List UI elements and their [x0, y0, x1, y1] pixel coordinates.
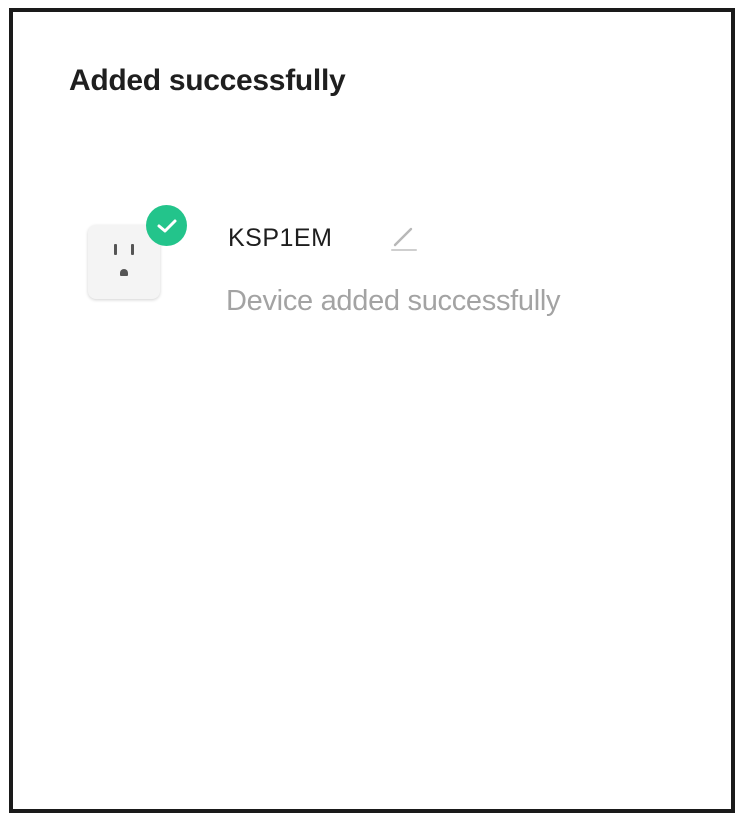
edit-pencil-icon[interactable] [383, 220, 423, 256]
plug-slot-right [131, 244, 134, 255]
device-name: KSP1EM [228, 224, 333, 252]
device-thumbnail [83, 192, 187, 304]
check-icon [146, 205, 187, 246]
plug-ground-hole [120, 269, 128, 276]
page-title: Added successfully [69, 64, 346, 97]
dialog-frame: Added successfully KSP1EM Device added s… [9, 8, 735, 813]
plug-slot-left [114, 244, 117, 255]
device-list-item[interactable]: KSP1EM Device added successfully [83, 192, 683, 332]
device-status-text: Device added successfully [226, 285, 561, 317]
